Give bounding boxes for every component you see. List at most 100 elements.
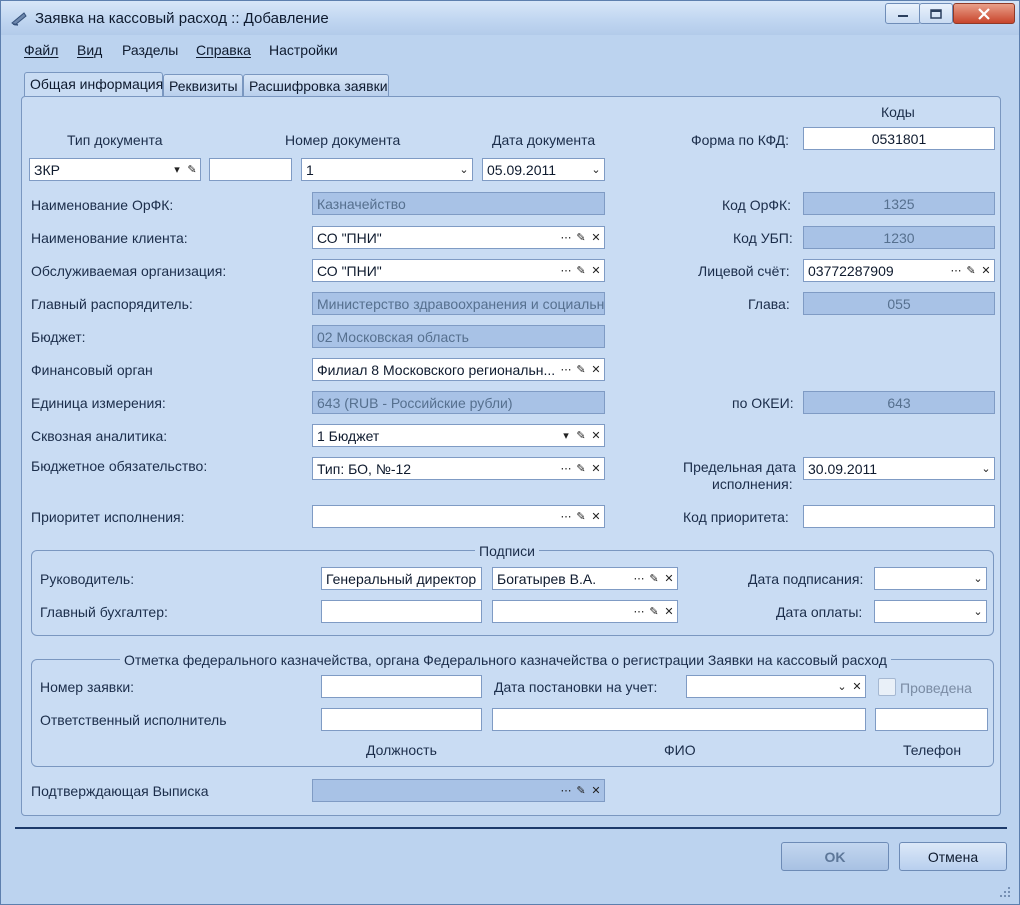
minimize-button[interactable]: [885, 3, 921, 24]
edit-icon[interactable]: ✎: [574, 427, 588, 444]
served-org-label: Обслуживаемая организация:: [31, 263, 227, 279]
tab-requisites[interactable]: Реквизиты: [163, 74, 243, 96]
maximize-icon: [930, 8, 942, 19]
client-name-value: СО "ПНИ": [317, 230, 382, 246]
close-button[interactable]: [953, 3, 1015, 24]
priority-code-field[interactable]: [803, 505, 995, 528]
clear-icon[interactable]: ✕: [589, 508, 603, 525]
head-name-field[interactable]: Богатырев В.А. ⋯ ✎ ✕: [492, 567, 678, 590]
doc-number-select[interactable]: 1 ⌄: [301, 158, 473, 181]
cancel-button[interactable]: Отмена: [899, 842, 1007, 871]
chevron-down-icon[interactable]: ⌄: [457, 161, 471, 178]
doc-date-picker[interactable]: 05.09.2011 ⌄: [482, 158, 605, 181]
executor-phone-field[interactable]: [875, 708, 988, 731]
menu-file[interactable]: Файл: [24, 42, 58, 58]
chevron-down-icon[interactable]: ⌄: [835, 678, 849, 695]
codes-header: Коды: [881, 104, 915, 120]
statement-field[interactable]: ⋯ ✎ ✕: [312, 779, 605, 802]
deadline-label: Предельная дата: [683, 459, 796, 475]
account-label: Лицевой счёт:: [698, 263, 790, 279]
doc-date-label: Дата документа: [492, 132, 596, 148]
analytics-field[interactable]: 1 Бюджет ▾ ✎ ✕: [312, 424, 605, 447]
edit-icon[interactable]: ✎: [185, 161, 199, 178]
app-icon: [11, 12, 27, 26]
served-org-field[interactable]: СО "ПНИ" ⋯ ✎ ✕: [312, 259, 605, 282]
clear-icon[interactable]: ✕: [589, 361, 603, 378]
clear-icon[interactable]: ✕: [589, 229, 603, 246]
chevron-down-icon[interactable]: ⌄: [979, 460, 993, 477]
edit-icon[interactable]: ✎: [647, 570, 661, 587]
account-field[interactable]: 03772287909 ⋯ ✎ ✕: [803, 259, 995, 282]
chapter-field: 055: [803, 292, 995, 315]
edit-icon[interactable]: ✎: [574, 229, 588, 246]
more-icon[interactable]: ⋯: [559, 460, 573, 477]
clear-icon[interactable]: ✕: [850, 678, 864, 695]
clear-icon[interactable]: ✕: [589, 460, 603, 477]
head-label: Руководитель:: [40, 571, 135, 587]
edit-icon[interactable]: ✎: [574, 782, 588, 799]
more-icon[interactable]: ⋯: [559, 782, 573, 799]
accountant-name-field[interactable]: ⋯ ✎ ✕: [492, 600, 678, 623]
orfk-code-value: 1325: [883, 196, 915, 212]
menu-sections[interactable]: Разделы: [122, 42, 178, 58]
chevron-down-icon[interactable]: ⌄: [589, 161, 603, 178]
edit-icon[interactable]: ✎: [574, 508, 588, 525]
posted-checkbox[interactable]: [878, 678, 896, 696]
budget-field: 02 Московская область: [312, 325, 605, 348]
more-icon[interactable]: ⋯: [949, 262, 963, 279]
chevron-down-icon[interactable]: ⌄: [971, 570, 985, 587]
reg-date-picker[interactable]: ⌄ ✕: [686, 675, 866, 698]
pay-date-picker[interactable]: ⌄: [874, 600, 987, 623]
okei-label: по ОКЕИ:: [732, 395, 794, 411]
clear-icon[interactable]: ✕: [589, 427, 603, 444]
clear-icon[interactable]: ✕: [589, 262, 603, 279]
maximize-button[interactable]: [919, 3, 953, 24]
dropdown-arrow-icon[interactable]: ▾: [559, 427, 573, 444]
menu-help[interactable]: Справка: [196, 42, 251, 58]
more-icon[interactable]: ⋯: [559, 508, 573, 525]
sign-date-picker[interactable]: ⌄: [874, 567, 987, 590]
edit-icon[interactable]: ✎: [574, 262, 588, 279]
title-bar[interactable]: Заявка на кассовый расход :: Добавление: [1, 1, 1019, 35]
more-icon[interactable]: ⋯: [632, 603, 646, 620]
head-position-value: Генеральный директор: [326, 571, 477, 587]
accountant-position-field[interactable]: [321, 600, 482, 623]
clear-icon[interactable]: ✕: [662, 603, 676, 620]
more-icon[interactable]: ⋯: [559, 229, 573, 246]
dialog-window: Заявка на кассовый расход :: Добавление …: [0, 0, 1020, 905]
kfd-field[interactable]: 0531801: [803, 127, 995, 150]
ok-button[interactable]: OK: [781, 842, 889, 871]
chief-manager-label: Главный распорядитель:: [31, 296, 193, 312]
doc-series-field[interactable]: [209, 158, 292, 181]
clear-icon[interactable]: ✕: [662, 570, 676, 587]
clear-icon[interactable]: ✕: [589, 782, 603, 799]
edit-icon[interactable]: ✎: [574, 460, 588, 477]
more-icon[interactable]: ⋯: [559, 361, 573, 378]
edit-icon[interactable]: ✎: [574, 361, 588, 378]
priority-field[interactable]: ⋯ ✎ ✕: [312, 505, 605, 528]
dropdown-arrow-icon[interactable]: ▾: [170, 161, 184, 178]
more-icon[interactable]: ⋯: [559, 262, 573, 279]
tab-general[interactable]: Общая информация: [24, 72, 163, 96]
edit-icon[interactable]: ✎: [964, 262, 978, 279]
menu-settings[interactable]: Настройки: [269, 42, 338, 58]
obligation-field[interactable]: Тип: БО, №-12 ⋯ ✎ ✕: [312, 457, 605, 480]
executor-name-field[interactable]: [492, 708, 866, 731]
tab-decoding[interactable]: Расшифровка заявки: [243, 74, 389, 96]
analytics-label: Сквозная аналитика:: [31, 428, 168, 444]
executor-position-field[interactable]: [321, 708, 482, 731]
resize-grip-icon[interactable]: [999, 886, 1011, 898]
doc-type-select[interactable]: ЗКР ▾ ✎: [29, 158, 201, 181]
edit-icon[interactable]: ✎: [647, 603, 661, 620]
chevron-down-icon[interactable]: ⌄: [971, 603, 985, 620]
budget-label: Бюджет:: [31, 329, 86, 345]
request-number-field[interactable]: [321, 675, 482, 698]
more-icon[interactable]: ⋯: [632, 570, 646, 587]
window-title: Заявка на кассовый расход :: Добавление: [35, 10, 329, 27]
head-position-field[interactable]: Генеральный директор: [321, 567, 482, 590]
menu-view[interactable]: Вид: [77, 42, 102, 58]
fin-body-field[interactable]: Филиал 8 Московского региональн... ⋯ ✎ ✕: [312, 358, 605, 381]
client-name-field[interactable]: СО "ПНИ" ⋯ ✎ ✕: [312, 226, 605, 249]
deadline-date-picker[interactable]: 30.09.2011 ⌄: [803, 457, 995, 480]
clear-icon[interactable]: ✕: [979, 262, 993, 279]
